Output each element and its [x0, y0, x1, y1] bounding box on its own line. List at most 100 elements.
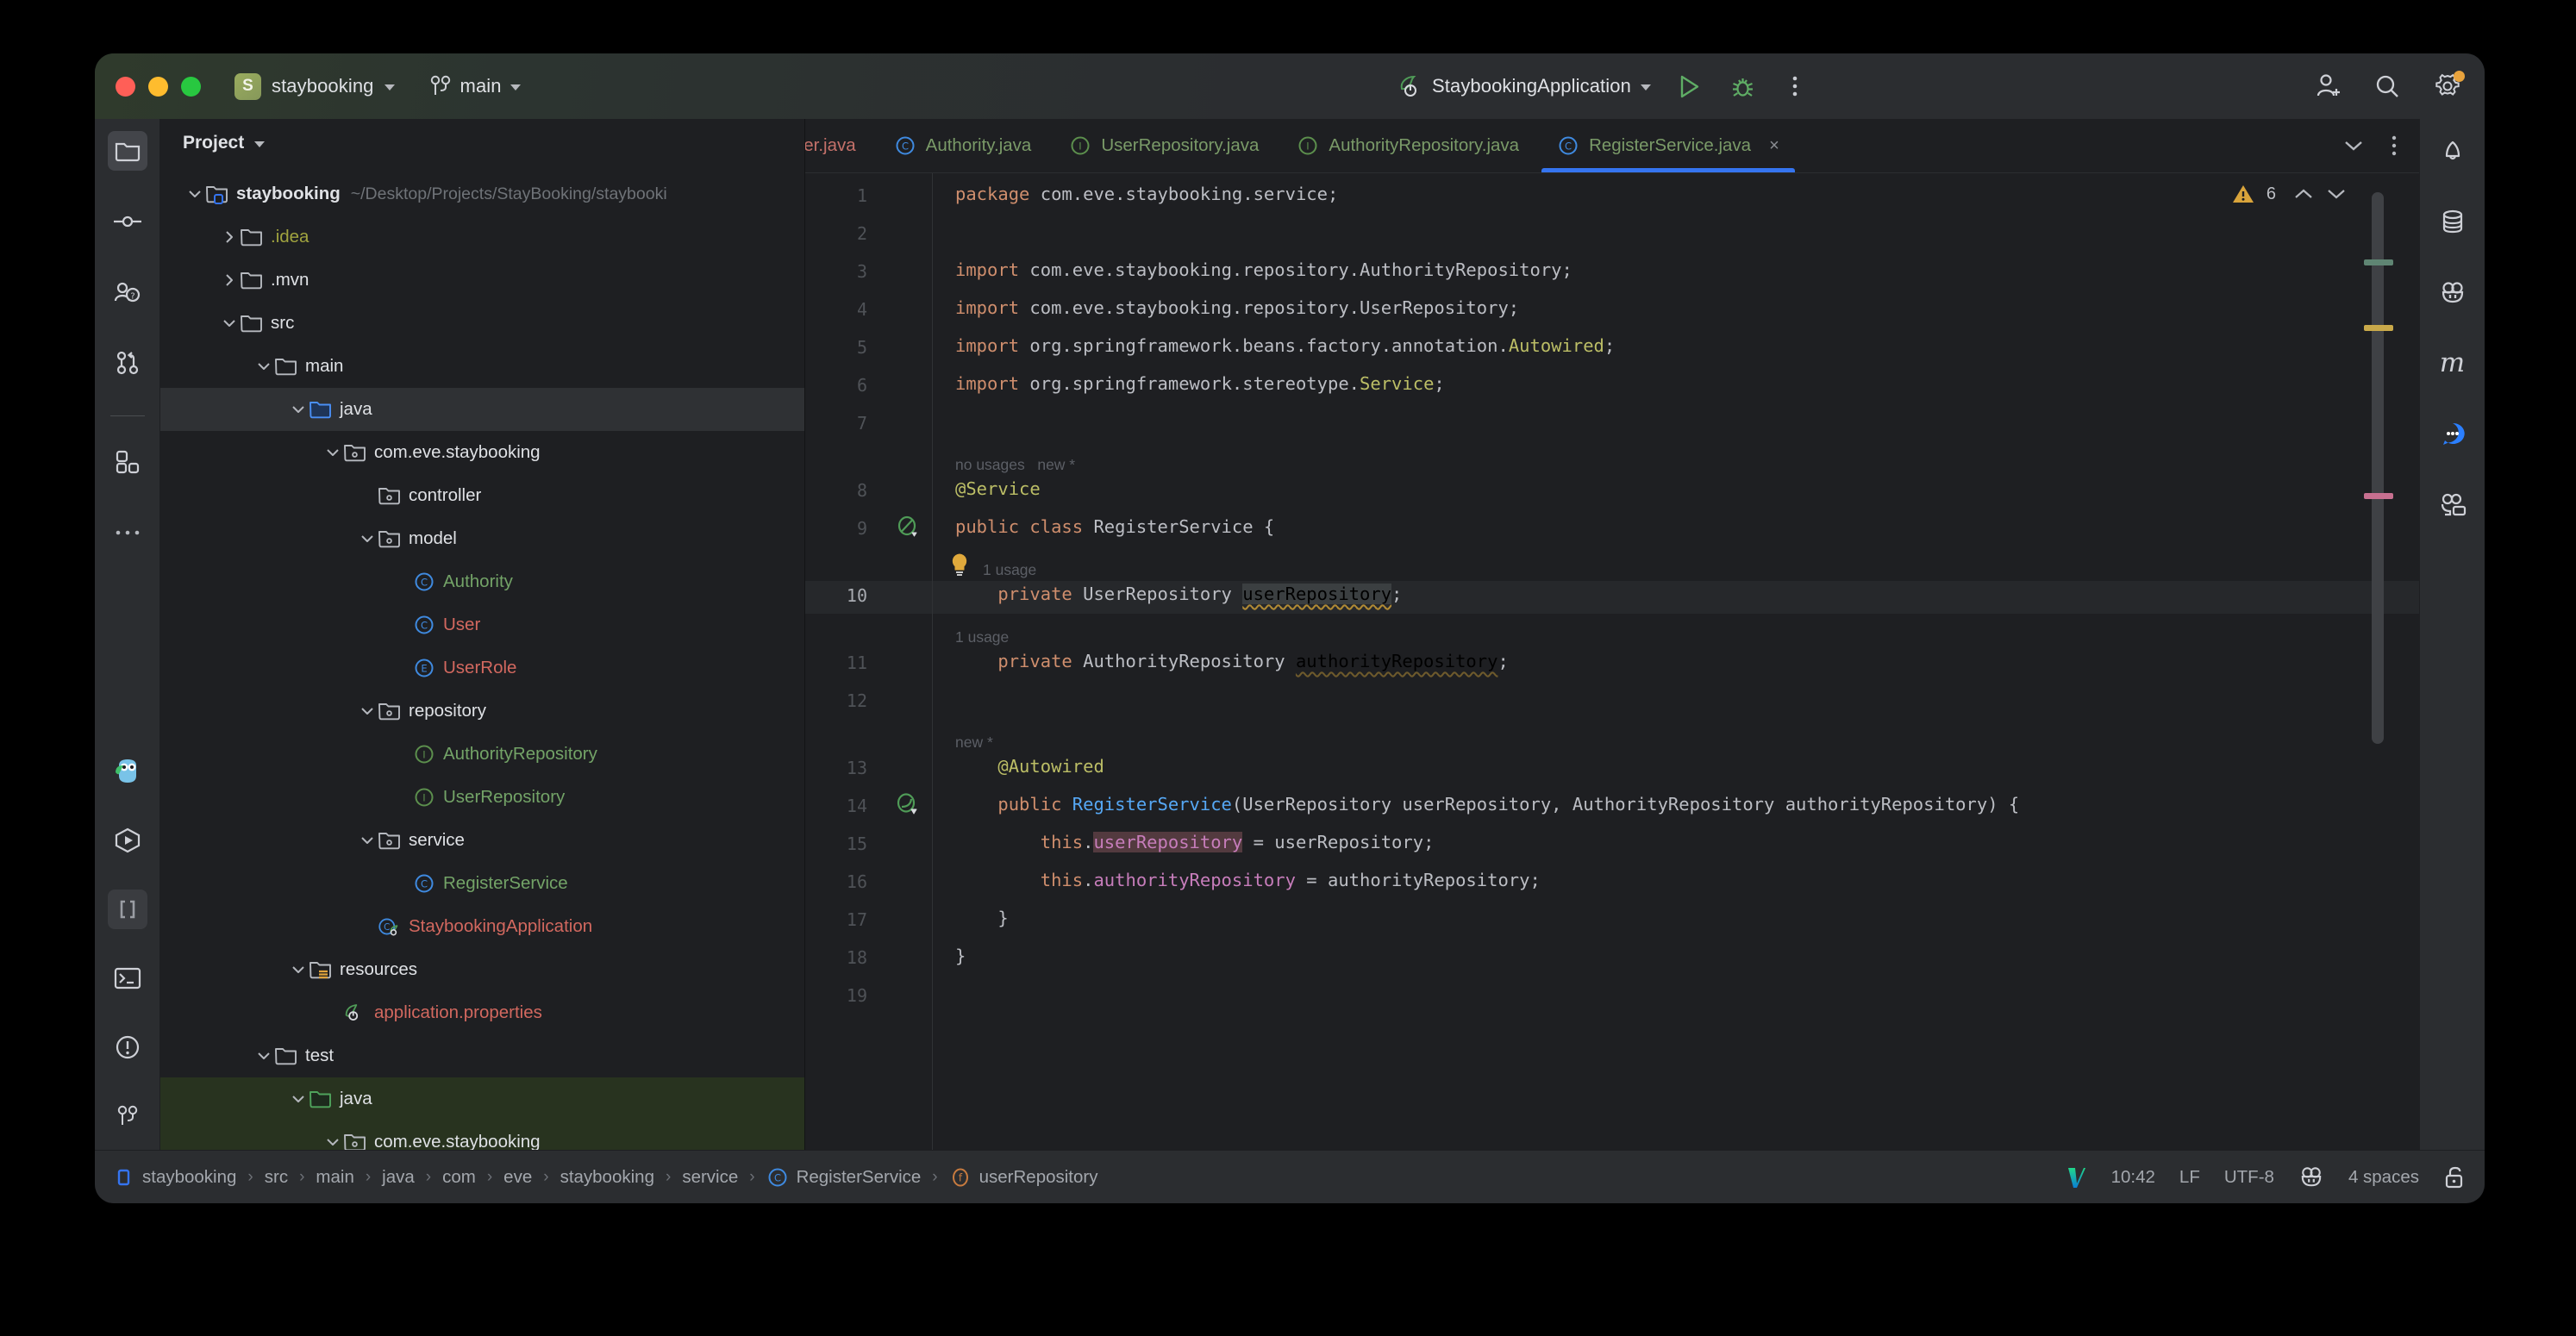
indent-setting[interactable]: 4 spaces: [2348, 1167, 2419, 1188]
error-stripe-mark[interactable]: [2364, 493, 2393, 499]
tree-node-com-eve-staybooking[interactable]: com.eve.staybooking: [160, 1121, 804, 1150]
inspections-icon[interactable]: [2298, 1166, 2324, 1189]
error-stripe[interactable]: [2364, 173, 2393, 1150]
breadcrumb-item-staybooking[interactable]: staybooking: [116, 1167, 236, 1188]
sidebar-item-ai-assistant[interactable]: ?: [108, 272, 147, 312]
chevron-down-icon[interactable]: [2326, 187, 2347, 201]
chevron-right-icon: [222, 229, 237, 245]
gutter-overridden-icon[interactable]: [895, 792, 919, 816]
cursor-position[interactable]: 10:42: [2111, 1167, 2155, 1188]
tree-node-authorityrepository[interactable]: IAuthorityRepository: [160, 733, 804, 776]
tree-node-authority[interactable]: CAuthority: [160, 560, 804, 603]
editor-scrollbar-thumb[interactable]: [2372, 192, 2384, 744]
sidebar-item-terminal[interactable]: [108, 958, 147, 998]
sidebar-item-plugins[interactable]: [108, 442, 147, 482]
project-panel-header[interactable]: Project: [160, 119, 804, 167]
tree-node-java[interactable]: java: [160, 388, 804, 431]
plugins-icon: [116, 450, 140, 474]
minimize-window-button[interactable]: [148, 77, 168, 97]
show-hidden-tabs-button[interactable]: [2336, 128, 2371, 163]
sidebar-item-commit[interactable]: [108, 202, 147, 241]
branch-chip[interactable]: main: [429, 74, 521, 98]
tree-node--mvn[interactable]: .mvn: [160, 259, 804, 302]
sidebar-item-problems[interactable]: [108, 1027, 147, 1067]
tree-node-userrepository[interactable]: IUserRepository: [160, 776, 804, 819]
sidebar-item-more[interactable]: [108, 513, 147, 553]
inspection-widget[interactable]: 6: [2232, 184, 2347, 204]
gutter-spring-bean-icon[interactable]: [895, 515, 919, 539]
breadcrumb-item-service[interactable]: service: [682, 1167, 738, 1188]
editor-gutter[interactable]: 12345678910111213141516171819: [805, 173, 933, 1150]
tree-node-com-eve-staybooking[interactable]: com.eve.staybooking: [160, 431, 804, 474]
editor-tabs[interactable]: ser.javaCAuthority.javaIUserRepository.j…: [805, 119, 2419, 172]
breadcrumb-item-src[interactable]: src: [265, 1167, 288, 1188]
chevron-down-icon[interactable]: [254, 141, 265, 147]
sidebar-item-services[interactable]: [108, 890, 147, 929]
sidebar-item-run[interactable]: [108, 821, 147, 860]
sidebar-item-version-control[interactable]: [108, 1096, 147, 1136]
file-encoding[interactable]: UTF-8: [2224, 1167, 2274, 1188]
unlocked-icon[interactable]: [2443, 1165, 2466, 1189]
tree-node-repository[interactable]: repository: [160, 690, 804, 733]
tree-node-controller[interactable]: controller: [160, 474, 804, 517]
intellij-v-icon[interactable]: [2065, 1164, 2087, 1190]
settings-button[interactable]: [2428, 66, 2467, 106]
tree-node-service[interactable]: service: [160, 819, 804, 862]
maximize-window-button[interactable]: [181, 77, 201, 97]
tab-options-button[interactable]: [2381, 128, 2407, 163]
editor-tab-authority-java[interactable]: CAuthority.java: [875, 119, 1051, 172]
chevron-down-icon: [291, 1091, 306, 1107]
tree-node-model[interactable]: model: [160, 517, 804, 560]
breadcrumb-item-java[interactable]: java: [382, 1167, 415, 1188]
line-separator[interactable]: LF: [2179, 1167, 2200, 1188]
editor-tab-registerservice-java[interactable]: CRegisterService.java×: [1538, 119, 1798, 172]
breadcrumb-item-registerservice[interactable]: CRegisterService: [766, 1166, 922, 1189]
run-configuration-selector[interactable]: StaybookingApplication: [1397, 73, 1651, 99]
editor-tab-ser-java[interactable]: ser.java: [805, 119, 875, 172]
account-button[interactable]: [2307, 66, 2347, 106]
tree-node--idea[interactable]: .idea: [160, 215, 804, 259]
sidebar-item-spring[interactable]: [2433, 272, 2473, 312]
search-everywhere-button[interactable]: [2367, 66, 2407, 106]
sidebar-item-pull-requests[interactable]: [108, 343, 147, 383]
close-window-button[interactable]: [116, 77, 135, 97]
tree-node-user[interactable]: CUser: [160, 603, 804, 646]
sidebar-item-ai-chat[interactable]: [2433, 414, 2473, 453]
error-stripe-mark[interactable]: [2364, 325, 2393, 331]
chevron-up-icon[interactable]: [2293, 187, 2314, 201]
code-text[interactable]: package com.eve.staybooking.service;impo…: [933, 173, 2419, 1150]
project-tree[interactable]: staybooking~/Desktop/Projects/StayBookin…: [160, 172, 804, 1150]
close-icon[interactable]: ×: [1769, 136, 1779, 156]
sidebar-item-project[interactable]: [108, 131, 147, 171]
breadcrumb-item-eve[interactable]: eve: [503, 1167, 532, 1188]
sidebar-item-junie[interactable]: [108, 752, 147, 791]
breadcrumb-item-main[interactable]: main: [316, 1167, 353, 1188]
tree-node-java[interactable]: java: [160, 1077, 804, 1121]
breadcrumb-item-com[interactable]: com: [442, 1167, 476, 1188]
tree-node-test[interactable]: test: [160, 1034, 804, 1077]
tree-node-main[interactable]: main: [160, 345, 804, 388]
tree-node-registerservice[interactable]: CRegisterService: [160, 862, 804, 905]
tree-node-application-properties[interactable]: application.properties: [160, 991, 804, 1034]
editor-tab-authorityrepository-java[interactable]: IAuthorityRepository.java: [1278, 119, 1538, 172]
tree-node-userrole[interactable]: EUserRole: [160, 646, 804, 690]
debug-button[interactable]: [1723, 66, 1763, 106]
breadcrumb-item-staybooking[interactable]: staybooking: [560, 1167, 654, 1188]
more-actions-button[interactable]: [1775, 66, 1815, 106]
breadcrumb-item-userrepository[interactable]: fuserRepository: [949, 1166, 1098, 1189]
intention-bulb-icon[interactable]: [950, 553, 969, 578]
error-stripe-mark[interactable]: [2364, 259, 2393, 265]
tree-node-staybooking[interactable]: staybooking~/Desktop/Projects/StayBookin…: [160, 172, 804, 215]
sidebar-item-database[interactable]: [2433, 202, 2473, 241]
tree-node-resources[interactable]: resources: [160, 948, 804, 991]
sidebar-item-notifications[interactable]: [2433, 131, 2473, 171]
tree-node-src[interactable]: src: [160, 302, 804, 345]
run-button[interactable]: [1670, 66, 1710, 106]
sidebar-item-code-with-me[interactable]: [2433, 484, 2473, 524]
tree-node-staybookingapplication[interactable]: CStaybookingApplication: [160, 905, 804, 948]
breadcrumb[interactable]: staybooking›src›main›java›com›eve›staybo…: [116, 1166, 1097, 1189]
code-editor[interactable]: 12345678910111213141516171819 package co…: [805, 173, 2419, 1150]
editor-tab-userrepository-java[interactable]: IUserRepository.java: [1050, 119, 1278, 172]
project-chip[interactable]: S staybooking: [234, 73, 395, 100]
sidebar-item-maven[interactable]: m: [2433, 343, 2473, 383]
